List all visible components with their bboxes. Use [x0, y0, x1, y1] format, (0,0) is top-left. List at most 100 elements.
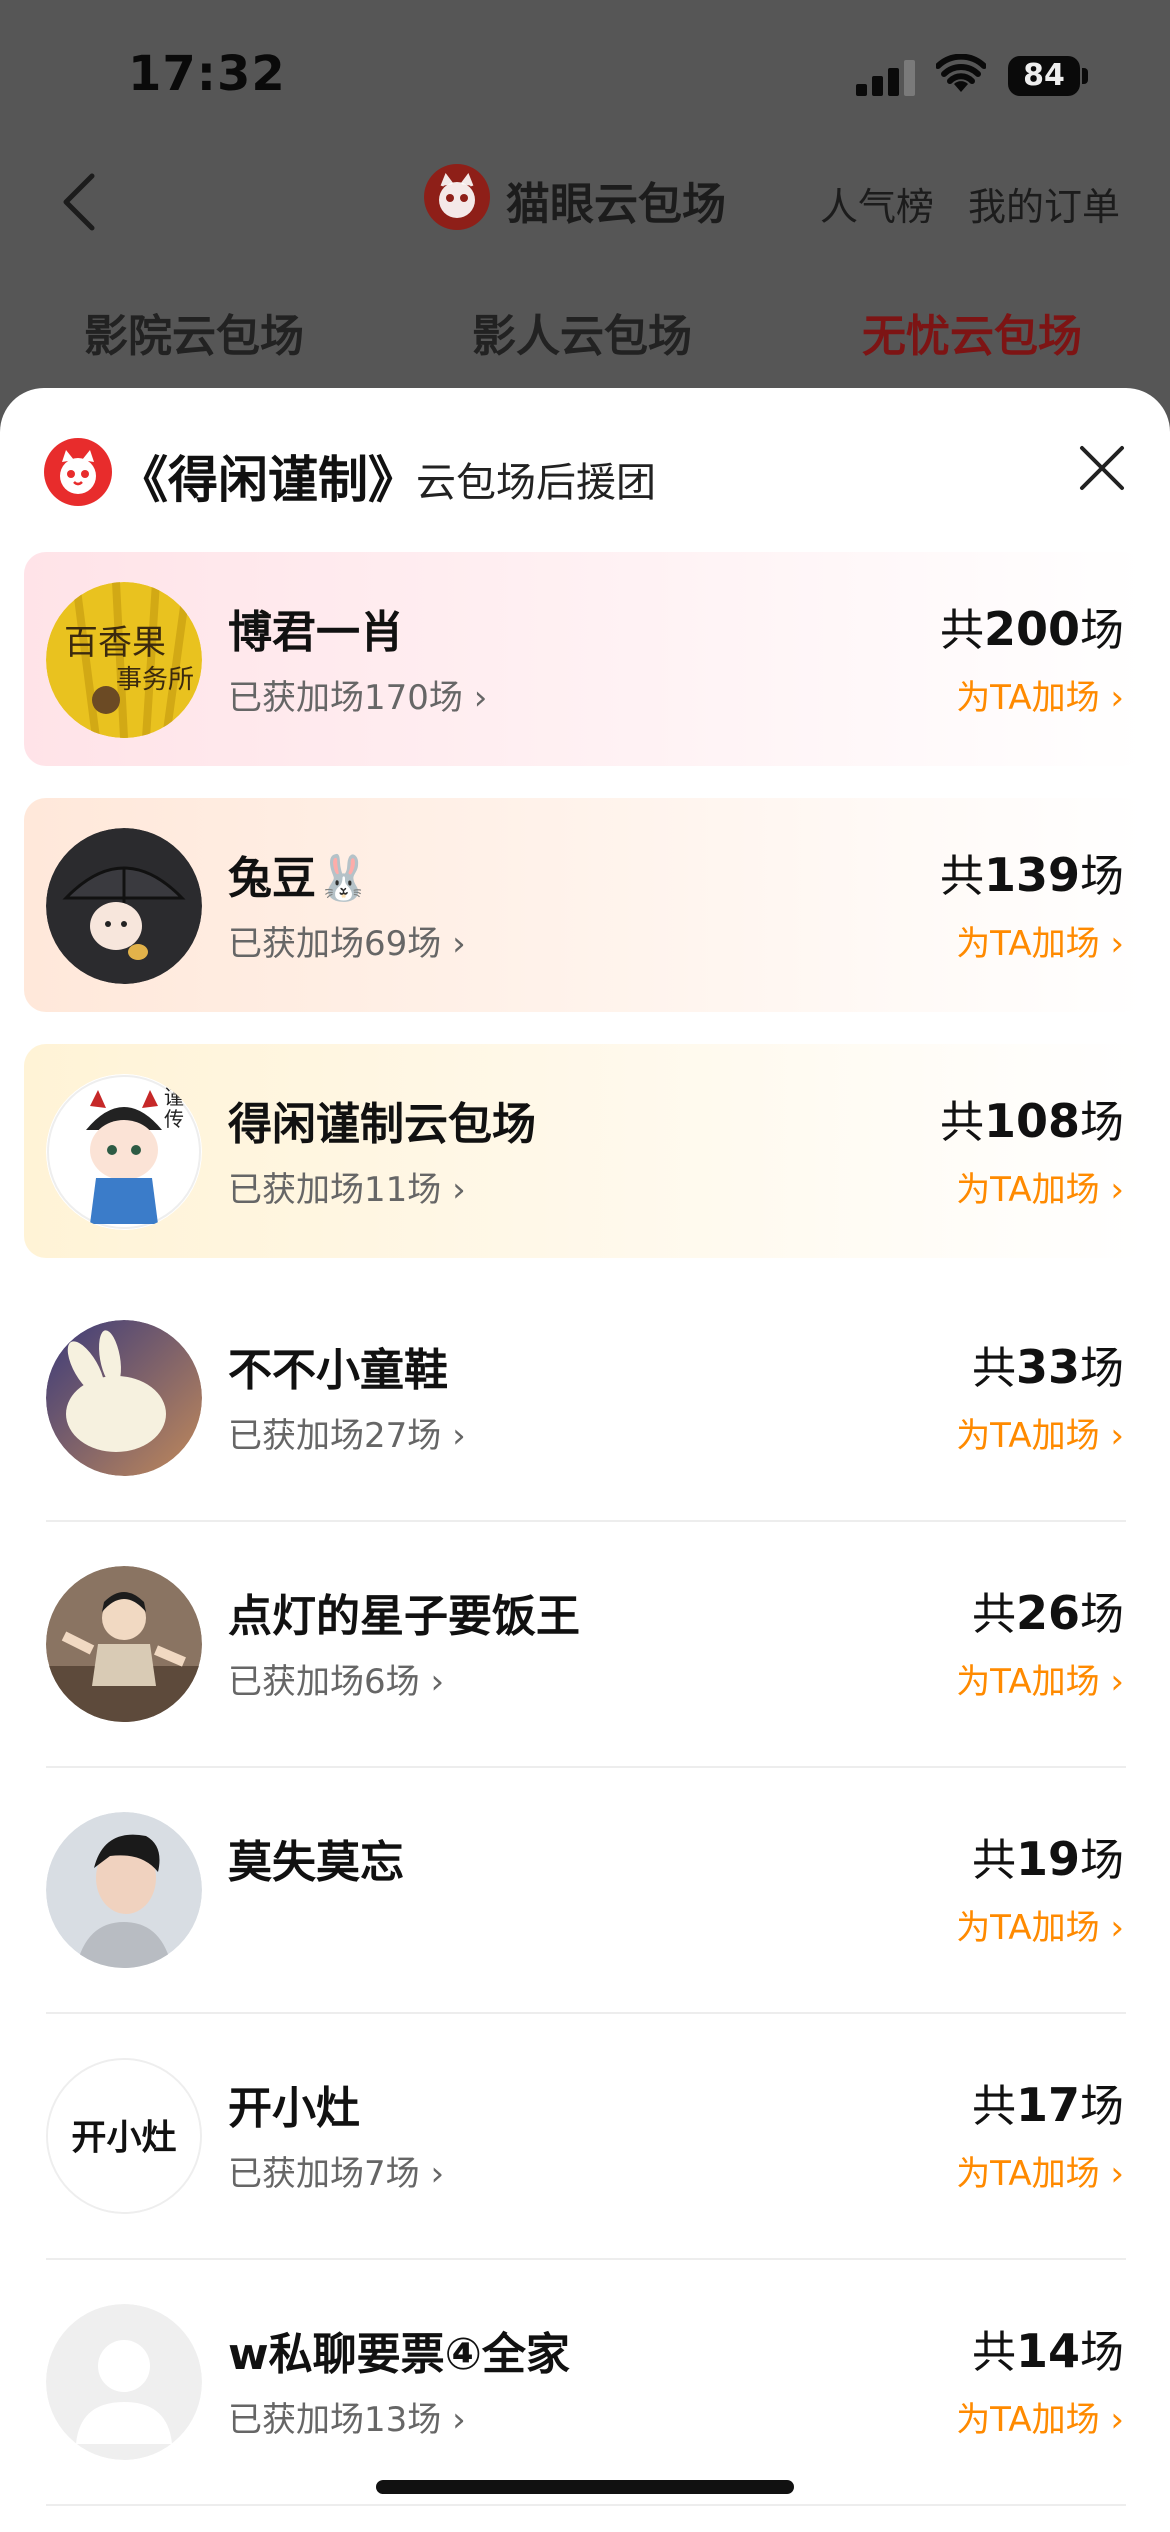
total-suffix: 场	[1080, 851, 1124, 902]
boost-for-ta-button[interactable]: 为TA加场 ›	[956, 916, 1124, 965]
supporter-row[interactable]: 点灯的星子要饭王 已获加场6场 › 共26场 为TA加场 ›	[24, 1536, 1146, 1750]
added-count-link[interactable]: 已获加场7场 ›	[228, 2146, 444, 2195]
status-bar: 17:32 84	[0, 0, 1170, 150]
avatar: 百香果 事务所	[46, 582, 202, 738]
divider	[46, 2504, 1126, 2506]
supporter-name: 不不小童鞋	[228, 1345, 448, 1396]
popularity-ranking-link[interactable]: 人气榜	[820, 176, 934, 231]
added-count: 已获加场13场	[228, 2400, 442, 2440]
chevron-right-icon: ›	[1110, 1662, 1124, 1702]
category-tabs: 影院云包场 影人云包场 无忧云包场	[0, 300, 1170, 380]
boost-for-ta-button[interactable]: 为TA加场 ›	[956, 2146, 1124, 2195]
total-suffix: 场	[1080, 605, 1124, 656]
nav-title: 猫眼云包场	[506, 179, 726, 230]
supporter-row[interactable]: w私聊要票④全家 已获加场13场 › 共14场 为TA加场 ›	[24, 2274, 1146, 2488]
chevron-right-icon: ›	[452, 924, 466, 964]
added-count-link[interactable]: 已获加场27场 ›	[228, 1408, 466, 1457]
divider	[46, 2012, 1126, 2014]
status-time: 17:32	[128, 46, 286, 102]
supporter-row[interactable]: 百香果 事务所 博君一肖 已获加场170场 › 共200场 为TA加场 ›	[24, 552, 1146, 766]
svg-text:开小灶: 开小灶	[71, 2118, 176, 2159]
supporter-name: w私聊要票④全家	[228, 2329, 570, 2380]
chevron-right-icon: ›	[1110, 1170, 1124, 1210]
total-prefix: 共	[971, 1835, 1016, 1886]
boost-label: 为TA加场	[956, 2400, 1100, 2440]
divider	[46, 2258, 1126, 2260]
boost-for-ta-button[interactable]: 为TA加场 ›	[956, 1408, 1124, 1457]
sheet-subtitle: 云包场后援团	[416, 460, 656, 506]
chevron-right-icon: ›	[1110, 1908, 1124, 1948]
divider	[46, 1520, 1126, 1522]
supporter-row[interactable]: 莫失莫忘 共19场 为TA加场 ›	[24, 1782, 1146, 1996]
tab-celebrity[interactable]: 影人云包场	[472, 300, 692, 364]
chevron-right-icon: ›	[452, 1416, 466, 1456]
chevron-right-icon: ›	[430, 2154, 445, 2194]
cellular-signal-icon	[856, 60, 916, 96]
boost-label: 为TA加场	[956, 2154, 1100, 2194]
total-number: 200	[983, 602, 1080, 656]
chevron-right-icon: ›	[1110, 678, 1124, 718]
battery-icon: 84	[1008, 56, 1080, 96]
home-indicator[interactable]	[376, 2480, 794, 2494]
supporter-name: 得闲谨制云包场	[228, 1099, 536, 1150]
total-suffix: 场	[1080, 2327, 1124, 2378]
tab-cinema[interactable]: 影院云包场	[84, 300, 304, 364]
sheet-header: 《得闲谨制》 云包场后援团	[0, 388, 1170, 548]
boost-for-ta-button[interactable]: 为TA加场 ›	[956, 2392, 1124, 2441]
chevron-right-icon: ›	[1110, 2154, 1124, 2194]
total-suffix: 场	[1080, 1589, 1124, 1640]
total-count: 共26场	[972, 1578, 1124, 1642]
avatar	[46, 828, 202, 984]
supporter-name: 莫失莫忘	[228, 1837, 404, 1888]
total-prefix: 共	[939, 1097, 984, 1148]
my-orders-link[interactable]: 我的订单	[968, 176, 1120, 231]
supporter-name: 博君一肖	[228, 607, 404, 658]
supporters-sheet: 《得闲谨制》 云包场后援团 百香果 事务所 博君一肖 已获加场170场 › 共2…	[0, 388, 1170, 2532]
total-number: 108	[983, 1094, 1080, 1148]
added-count-link[interactable]: 已获加场11场 ›	[228, 1162, 466, 1211]
added-count-link[interactable]: 已获加场13场 ›	[228, 2392, 466, 2441]
total-number: 33	[1015, 1340, 1080, 1394]
added-count-link[interactable]: 已获加场6场 ›	[228, 1654, 444, 1703]
added-count-link[interactable]: 已获加场69场 ›	[228, 916, 466, 965]
sheet-movie-title: 《得闲谨制》	[118, 451, 418, 509]
boost-for-ta-button[interactable]: 为TA加场 ›	[956, 1654, 1124, 1703]
chevron-right-icon: ›	[452, 1170, 466, 1210]
added-count-link[interactable]: 已获加场170场 ›	[228, 670, 487, 719]
total-suffix: 场	[1080, 1343, 1124, 1394]
total-count: 共108场	[940, 1086, 1124, 1150]
boost-for-ta-button[interactable]: 为TA加场 ›	[956, 670, 1124, 719]
total-suffix: 场	[1080, 1097, 1124, 1148]
avatar	[46, 1320, 202, 1476]
svg-text:传: 传	[164, 1107, 184, 1131]
total-prefix: 共	[939, 851, 984, 902]
boost-label: 为TA加场	[956, 1416, 1100, 1456]
svg-text:百香果: 百香果	[64, 623, 166, 663]
close-icon[interactable]	[1078, 444, 1126, 492]
nav-bar: 猫眼云包场 人气榜 我的订单	[0, 150, 1170, 250]
supporter-row[interactable]: 谨 传 得闲谨制云包场 已获加场11场 › 共108场 为TA加场 ›	[24, 1044, 1146, 1258]
added-count: 已获加场27场	[228, 1416, 442, 1456]
svg-text:事务所: 事务所	[116, 665, 194, 695]
total-prefix: 共	[971, 2327, 1016, 2378]
total-suffix: 场	[1080, 2081, 1124, 2132]
back-arrow-icon[interactable]	[56, 172, 106, 232]
tab-worry-free[interactable]: 无忧云包场	[862, 300, 1082, 364]
supporter-name: 开小灶	[228, 2083, 360, 2134]
boost-label: 为TA加场	[956, 1662, 1100, 1702]
avatar: 开小灶	[46, 2058, 202, 2214]
supporter-row[interactable]: 兔豆🐰 已获加场69场 › 共139场 为TA加场 ›	[24, 798, 1146, 1012]
avatar	[46, 1566, 202, 1722]
supporter-row[interactable]: 不不小童鞋 已获加场27场 › 共33场 为TA加场 ›	[24, 1290, 1146, 1504]
boost-label: 为TA加场	[956, 924, 1100, 964]
total-count: 共14场	[972, 2316, 1124, 2380]
avatar	[46, 2304, 202, 2460]
screen: 17:32 84 猫眼云包场 人气榜 我的订单 影院云包场 影人云包场 无忧云包…	[0, 0, 1170, 2532]
total-number: 26	[1015, 1586, 1080, 1640]
boost-for-ta-button[interactable]: 为TA加场 ›	[956, 1162, 1124, 1211]
boost-for-ta-button[interactable]: 为TA加场 ›	[956, 1900, 1124, 1949]
supporter-row[interactable]: 开小灶 开小灶 已获加场7场 › 共17场 为TA加场 ›	[24, 2028, 1146, 2242]
boost-label: 为TA加场	[956, 1170, 1100, 1210]
total-number: 139	[983, 848, 1080, 902]
maoyan-logo-icon	[424, 164, 490, 230]
